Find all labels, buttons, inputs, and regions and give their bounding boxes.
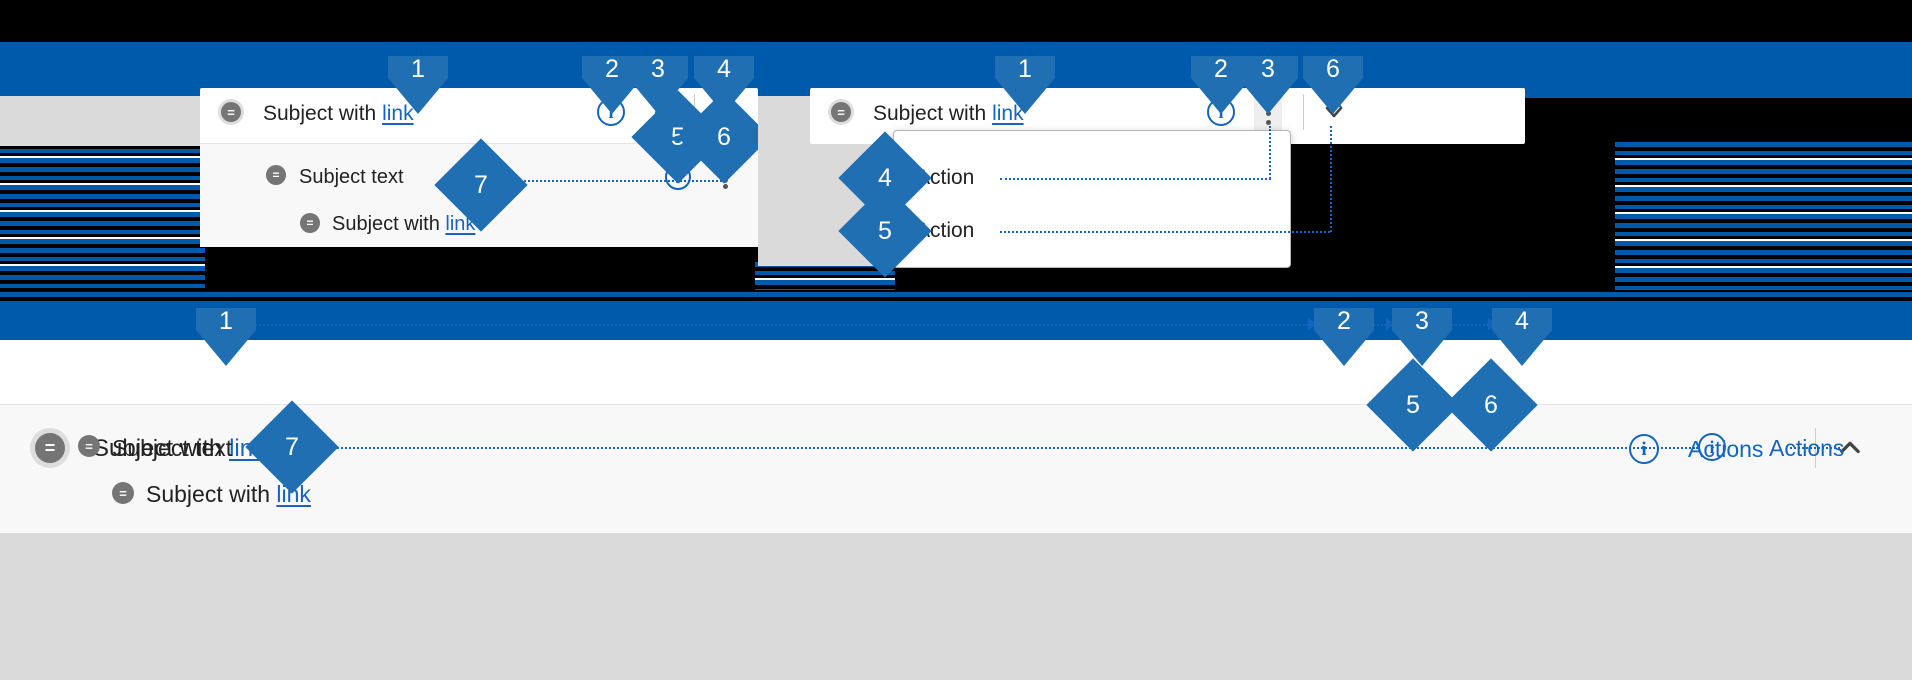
callout-number: 4 — [1515, 307, 1529, 335]
v2-avatar: = — [828, 99, 854, 125]
v3-callout-diamond-6: 6 — [1444, 358, 1538, 452]
v2-dropdown-menu[interactable] — [893, 130, 1291, 268]
v2-subject-text: Subject with — [873, 102, 993, 125]
callout-number: 2 — [1337, 307, 1351, 335]
v1-callout-diamond-7: 7 — [434, 138, 528, 232]
callout-number: 6 — [1484, 390, 1498, 419]
v3-row1-subject: Subject text — [112, 437, 232, 460]
v2-connector-kebab-vert — [1269, 126, 1271, 179]
v1-callout-diamond-6: 6 — [677, 90, 771, 184]
avatar-equals-icon: = — [831, 102, 851, 122]
callout-number: 7 — [474, 170, 488, 199]
callout-number: 5 — [878, 216, 892, 245]
v3-info-icon[interactable]: i — [1629, 434, 1659, 464]
v3-row1-text: Subject text — [112, 435, 233, 461]
v3-callout-diamond-7: 7 — [245, 400, 339, 494]
v3-connector-3-to-4 — [1448, 324, 1488, 326]
avatar-equals-icon: = — [35, 433, 65, 463]
info-glyph: i — [1641, 438, 1647, 460]
avatar-equals-icon: = — [78, 435, 100, 457]
v1-connector-7 — [513, 180, 725, 182]
avatar-equals-icon: = — [266, 165, 286, 185]
v1-avatar: = — [218, 99, 244, 125]
callout-number: 3 — [651, 55, 665, 83]
v3-row1-info-icon[interactable]: i — [1698, 433, 1726, 461]
v2-connector-menu1 — [1000, 178, 1271, 180]
v3-callout-pin-4: 4 — [1492, 308, 1552, 370]
avatar-equals-icon: = — [300, 213, 320, 233]
v2-callout-diamond-5: 5 — [838, 184, 932, 278]
v3-callout-diamond-5: 5 — [1366, 358, 1460, 452]
avatar-equals-icon: = — [221, 102, 241, 122]
v2-callout-pin-6: 6 — [1303, 56, 1363, 118]
kebab-dot — [722, 183, 728, 189]
avatar-equals-icon: = — [112, 482, 134, 504]
v1-callout-pin-1: 1 — [388, 56, 448, 118]
v3-callout-pin-2: 2 — [1314, 308, 1374, 370]
callout-number: 5 — [1406, 390, 1420, 419]
v2-callout-pin-1: 1 — [995, 56, 1055, 118]
callout-number: 3 — [1415, 307, 1429, 335]
v1-left-gutter — [0, 96, 205, 146]
kebab-dot — [1265, 119, 1271, 125]
v3-callout-pin-3: 3 — [1392, 308, 1452, 370]
callout-number: 1 — [411, 55, 425, 83]
v3-callout-pin-1: 1 — [196, 308, 256, 370]
v1-row1-subject: Subject text — [299, 167, 404, 187]
callout-number: 6 — [1326, 55, 1340, 83]
v3-connector-actions-to-chev — [1790, 447, 1840, 449]
v1-row2-text: Subject with — [332, 213, 446, 235]
v2-connector-chev-vert — [1330, 126, 1332, 232]
v3-connector-1-to-2 — [252, 324, 1308, 326]
callout-number: 7 — [285, 432, 299, 461]
v3-bottom-gutter — [0, 533, 1912, 680]
v1-row1-text: Subject text — [299, 166, 404, 188]
callout-number: 1 — [219, 307, 233, 335]
v1-row2-avatar: = — [300, 213, 320, 233]
v3-avatar: = — [30, 428, 70, 468]
callout-number: 6 — [717, 122, 731, 151]
v1-subject-text: Subject with — [263, 102, 383, 125]
v3-subject-text-avatar: = — [78, 435, 100, 457]
callout-number: 1 — [1018, 55, 1032, 83]
v2-callout-pin-3: 3 — [1238, 56, 1298, 118]
info-glyph: i — [1709, 437, 1715, 457]
v3-row2-text: Subject with — [146, 481, 277, 507]
v2-connector-menu2 — [1000, 231, 1330, 233]
callout-number: 3 — [1261, 55, 1275, 83]
v3-card[interactable] — [0, 340, 1912, 405]
stripe-artifact-left — [0, 140, 205, 290]
annotated-spec-canvas: = Subject with link i = Subject text = S… — [0, 0, 1912, 680]
stripe-artifact-right — [1615, 142, 1912, 290]
v3-row2-avatar: = — [112, 482, 134, 504]
v1-row1-avatar: = — [266, 165, 286, 185]
callout-number: 4 — [717, 55, 731, 83]
